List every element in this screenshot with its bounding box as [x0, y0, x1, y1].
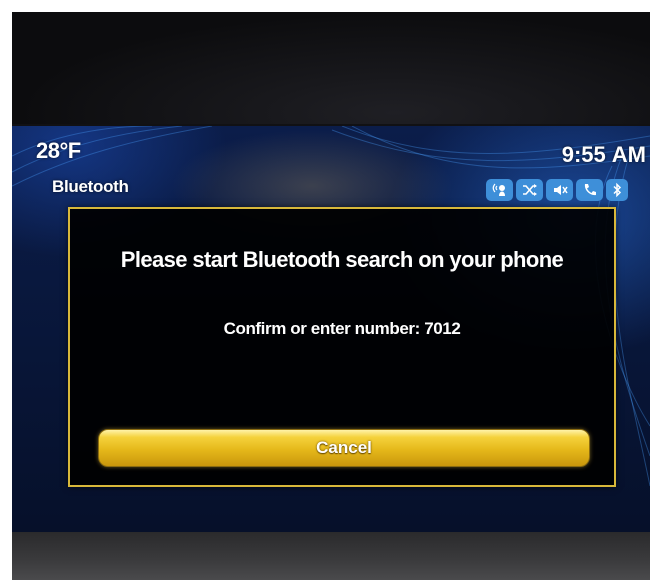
outside-temperature: 28°F — [36, 138, 81, 163]
pairing-code-message: Confirm or enter number: 7012 — [223, 319, 461, 338]
dashboard-trim — [12, 532, 650, 580]
active-source-label: Bluetooth — [52, 177, 129, 196]
phone-icon — [576, 179, 603, 201]
dashboard-bezel — [12, 12, 650, 124]
clock: 9:55 AM — [562, 142, 646, 168]
status-icon-bar — [486, 179, 628, 201]
clock-meridiem: AM — [611, 142, 646, 167]
clock-time: 9:55 — [561, 142, 606, 167]
dialog-title: Please start Bluetooth search on your ph… — [120, 247, 564, 272]
voice-recognition-icon — [486, 179, 513, 201]
shuffle-icon — [516, 179, 543, 201]
cancel-button[interactable]: Cancel — [98, 429, 590, 467]
mute-icon — [546, 179, 573, 201]
bluetooth-icon — [606, 179, 628, 201]
bluetooth-pairing-dialog: Please start Bluetooth search on your ph… — [68, 207, 616, 487]
